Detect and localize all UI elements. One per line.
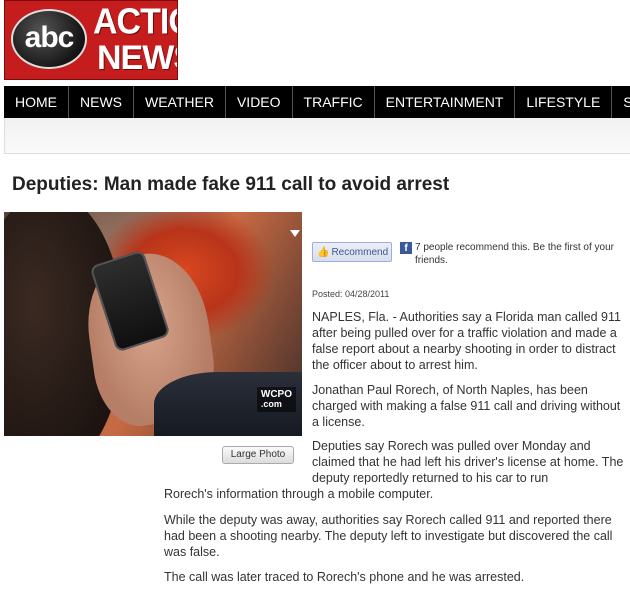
recommend-count-text: 7 people recommend this. Be the first of… bbox=[415, 242, 614, 266]
watermark-line2: .com bbox=[260, 399, 282, 410]
article-photo[interactable]: WCPO .com bbox=[4, 212, 302, 436]
thumbs-up-icon: 👍 bbox=[317, 247, 330, 258]
article-paragraph-2: Jonathan Paul Rorech, of North Naples, h… bbox=[312, 383, 621, 429]
article-paragraph-3-continued: Rorech's information through a mobile co… bbox=[164, 487, 434, 501]
photo-watermark: WCPO .com bbox=[256, 387, 296, 412]
nav-item-weather[interactable]: WEATHER bbox=[134, 86, 226, 118]
nav-item-home[interactable]: HOME bbox=[4, 86, 69, 118]
recommend-label: Recommend bbox=[331, 247, 389, 258]
main-nav: HOME NEWS WEATHER VIDEO TRAFFIC ENTERTAI… bbox=[4, 86, 630, 118]
logo-word-news: NEWS bbox=[97, 39, 177, 77]
article-paragraph-1: NAPLES, Fla. - Authorities say a Florida… bbox=[312, 310, 621, 372]
sub-nav-bar bbox=[4, 118, 630, 154]
article-paragraph-4: While the deputy was away, authorities s… bbox=[164, 513, 613, 559]
article-paragraph-5: The call was later traced to Rorech's ph… bbox=[164, 570, 525, 584]
nav-item-lifestyle[interactable]: LIFESTYLE bbox=[515, 86, 613, 118]
nav-item-entertainment[interactable]: ENTERTAINMENT bbox=[375, 86, 516, 118]
article-paragraph-3: Deputies say Rorech was pulled over Mond… bbox=[312, 439, 624, 485]
facebook-recommend-button[interactable]: 👍 Recommend bbox=[312, 242, 392, 262]
facebook-icon: f bbox=[400, 242, 412, 254]
nav-item-video[interactable]: VIDEO bbox=[226, 86, 293, 118]
nav-item-news[interactable]: NEWS bbox=[69, 86, 134, 118]
abc-logo-text: abc bbox=[24, 21, 75, 54]
nav-item-traffic[interactable]: TRAFFIC bbox=[293, 86, 375, 118]
site-logo[interactable]: abc ACTION NEWS bbox=[4, 0, 178, 80]
photo-expand-arrow-icon[interactable] bbox=[290, 230, 300, 237]
article-headline: Deputies: Man made fake 911 call to avoi… bbox=[12, 174, 450, 195]
posted-date: Posted: 04/28/2011 bbox=[312, 289, 390, 299]
large-photo-button[interactable]: Large Photo bbox=[222, 446, 294, 464]
nav-item-sports[interactable]: SPORTS bbox=[612, 86, 630, 118]
logo-word-action: ACTION bbox=[93, 2, 177, 42]
